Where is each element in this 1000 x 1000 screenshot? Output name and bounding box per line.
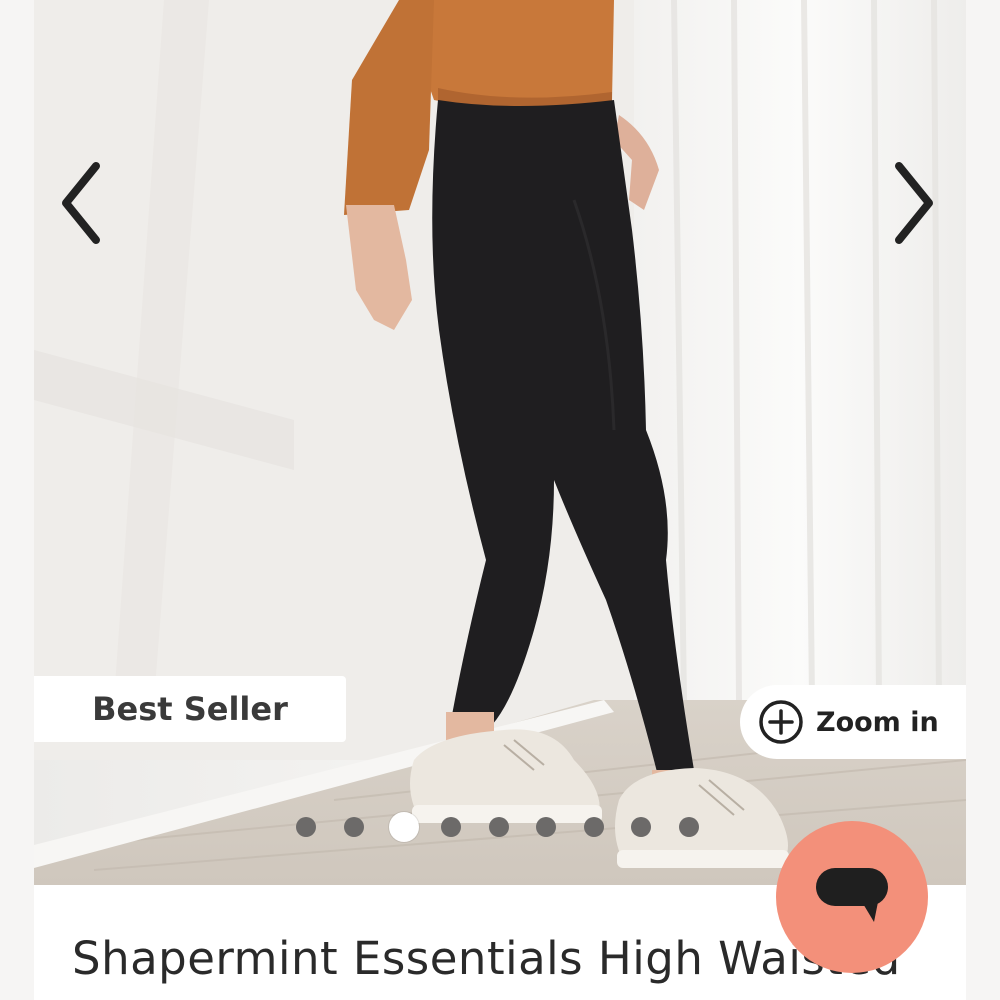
left-edge	[0, 0, 34, 1000]
chat-bubble-icon	[816, 868, 888, 922]
next-image-button[interactable]	[880, 155, 950, 250]
product-title: Shapermint Essentials High Waisted	[72, 932, 901, 985]
best-seller-badge: Best Seller	[34, 676, 346, 742]
product-page: Best Seller Zoom in Shapermint Essential…	[0, 0, 1000, 1000]
carousel-dot[interactable]	[343, 817, 364, 837]
carousel-dot[interactable]	[441, 817, 461, 837]
zoom-in-button[interactable]: Zoom in	[740, 685, 966, 759]
carousel-dots	[296, 812, 726, 842]
carousel-dot[interactable]	[488, 817, 509, 837]
right-edge	[966, 0, 1000, 1000]
carousel-dot[interactable]	[583, 817, 604, 837]
carousel-dot[interactable]	[296, 817, 316, 837]
chevron-left-icon	[62, 161, 100, 244]
carousel-dot[interactable]	[536, 817, 556, 837]
chevron-right-icon	[895, 161, 933, 244]
plus-circle-icon	[758, 699, 804, 745]
carousel-dot-active[interactable]	[389, 812, 419, 842]
carousel-dot[interactable]	[631, 817, 651, 837]
zoom-in-label: Zoom in	[816, 706, 939, 738]
best-seller-label: Best Seller	[92, 690, 288, 728]
chat-button[interactable]	[776, 821, 928, 973]
carousel-dot[interactable]	[678, 817, 699, 837]
previous-image-button[interactable]	[45, 155, 115, 250]
